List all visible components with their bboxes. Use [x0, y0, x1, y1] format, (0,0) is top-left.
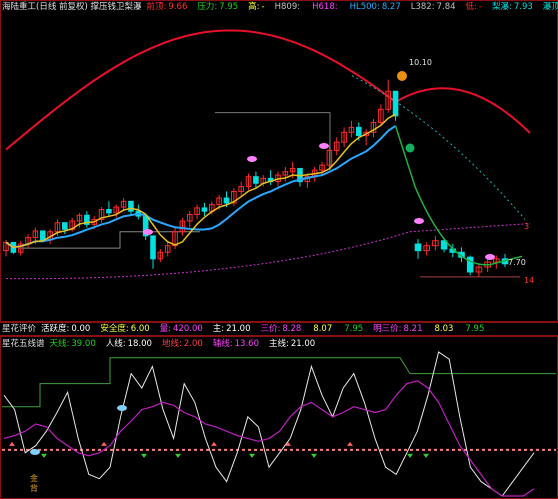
candle-body	[128, 200, 134, 212]
signal-arrow-icon	[41, 453, 47, 458]
signal-arrow-icon	[141, 453, 147, 458]
signal-arrow-icon	[249, 453, 255, 458]
signal-arrow-icon	[423, 453, 429, 458]
candle-body	[414, 243, 422, 252]
price-high-annotation: 10.10	[409, 58, 432, 67]
gold-back-label: 金 背	[30, 474, 38, 493]
star-flower-icon	[30, 449, 40, 455]
flower-marker-icon	[319, 143, 329, 149]
grey-resistance-line	[215, 112, 331, 171]
right-axis-label-bottom: 14	[524, 276, 535, 285]
signal-arrow-icon	[311, 453, 317, 458]
signal-arrow-icon	[211, 441, 217, 446]
flower-marker-icon	[485, 254, 495, 260]
falling-trend-line	[394, 125, 523, 266]
candle-body	[150, 235, 156, 260]
star-flower-icon	[117, 405, 127, 411]
signal-arrow-icon	[347, 441, 353, 446]
sell-signal-icon	[405, 143, 415, 153]
flower-marker-icon	[414, 218, 424, 224]
buy-signal-icon	[397, 71, 407, 81]
signal-arrow-icon	[407, 453, 413, 458]
candle-body	[62, 222, 68, 230]
right-axis-label-top: 3	[524, 222, 530, 231]
signal-arrow-icon	[9, 441, 15, 446]
candle-body	[392, 90, 399, 117]
candle-body	[356, 126, 362, 137]
price-low-annotation: 7.70	[508, 258, 526, 267]
cyan-dotted-trend	[351, 75, 526, 220]
flower-marker-icon	[247, 156, 257, 162]
candle-body	[201, 207, 208, 212]
candle-body	[466, 256, 474, 273]
signal-arrow-icon	[175, 453, 181, 458]
candle-body	[106, 209, 112, 214]
candle-body	[39, 230, 46, 241]
sky-line	[2, 357, 556, 408]
candle-body	[223, 197, 230, 204]
chart-canvas[interactable]	[0, 0, 558, 499]
signal-arrow-icon	[101, 441, 107, 446]
candle-body	[253, 176, 259, 184]
aux-line	[3, 380, 535, 497]
upper-band-line	[5, 29, 531, 151]
flower-marker-icon	[143, 229, 153, 235]
